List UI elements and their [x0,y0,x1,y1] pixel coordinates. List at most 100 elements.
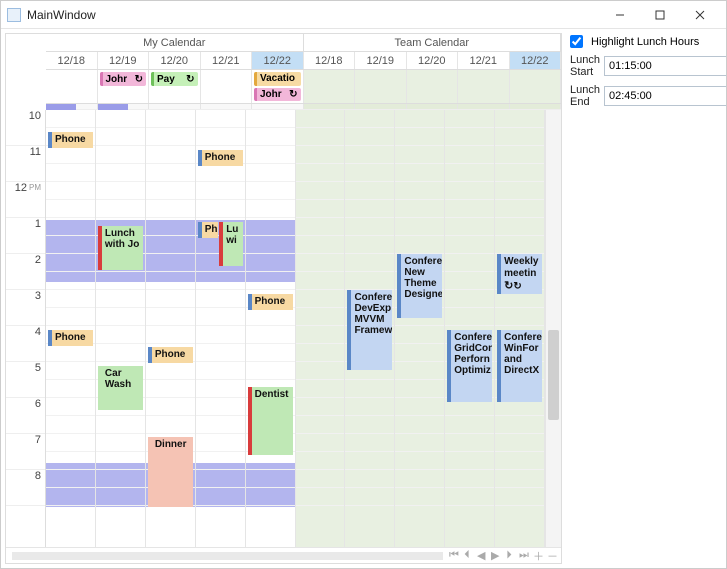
time-label: 7 [6,434,45,470]
day-column[interactable]: Confere New Theme Designe [395,110,445,547]
lunch-start-row: Lunch Start [570,54,720,78]
day-column[interactable]: Confere DevExp MVVM Framew [345,110,395,547]
lunch-end-input[interactable] [604,86,726,106]
time-label: 12PM [6,182,45,218]
day-header[interactable]: 12/21 [201,52,253,69]
window-title: MainWindow [27,8,600,22]
all-day-cell[interactable] [46,70,98,103]
options-panel: Highlight Lunch Hours Lunch Start Lunch … [564,29,726,568]
appointment[interactable]: Confere New Theme Designe [397,254,442,318]
appointment[interactable]: Confere WinFor and DirectX [497,330,542,402]
day-header[interactable]: 12/19 [355,52,407,69]
day-column[interactable] [296,110,346,547]
appointment[interactable]: Dinner [148,437,193,507]
lunch-end-label: Lunch End [570,84,600,108]
horizontal-scroll-thumb[interactable] [12,552,443,560]
time-label: 1 [6,218,45,254]
appointment[interactable]: Phone [148,347,193,363]
appointment[interactable]: Phone [198,150,243,166]
calendar-group-my[interactable]: My Calendar [46,34,304,51]
day-column[interactable]: Phone Dentist [246,110,296,547]
lunch-start-input[interactable] [604,56,726,76]
day-column[interactable]: Phone Phone [46,110,96,547]
time-label: 3 [6,290,45,326]
appointment[interactable]: Phone [48,330,93,346]
day-header[interactable]: 12/18 [46,52,98,69]
appointment[interactable]: Ph [198,222,218,238]
all-day-cell[interactable] [355,70,407,103]
time-label: 8 [6,470,45,506]
nav-first-icon[interactable]: ⏮ [449,549,457,562]
app-icon [7,8,21,22]
all-day-cell[interactable]: Vacatio Johr [252,70,304,103]
all-day-appointment[interactable]: Johr [100,72,147,86]
all-day-cell[interactable] [510,70,562,103]
horizontal-scrollbar[interactable] [12,552,443,560]
calendar-group-team[interactable]: Team Calendar [304,34,562,51]
appointment[interactable]: Phone [48,132,93,148]
all-day-appointment[interactable]: Johr [254,88,301,102]
day-header[interactable]: 12/19 [98,52,150,69]
day-header[interactable]: 12/21 [458,52,510,69]
highlight-label[interactable]: Highlight Lunch Hours [591,36,699,48]
time-ruler: 101112PM12345678 [6,110,46,547]
nav-prev-icon[interactable]: ◀ [477,549,485,562]
all-day-appointment[interactable]: Pay [151,72,198,86]
nav-last-icon[interactable]: ⏭ [519,549,527,562]
highlight-row: Highlight Lunch Hours [570,35,720,48]
time-label: 10 [6,110,45,146]
day-header-row: 12/1812/1912/2012/2112/2212/1812/1912/20… [46,52,561,70]
all-day-appointment[interactable]: Vacatio [254,72,301,86]
all-day-cell[interactable] [304,70,356,103]
group-header-row: My Calendar Team Calendar [46,34,561,52]
all-day-cell[interactable] [201,70,253,103]
scheduler: My Calendar Team Calendar 12/1812/1912/2… [5,33,562,564]
zoom-in-icon[interactable]: ＋ [533,548,541,564]
appointment[interactable]: Dentist [248,387,293,455]
day-column[interactable]: Weekly meetin ↻ Confere WinFor and Direct… [495,110,545,547]
minimize-button[interactable] [600,4,640,26]
all-day-cell[interactable]: Johr [98,70,150,103]
all-day-row: Johr Pay Vacatio Johr [46,70,561,104]
title-bar[interactable]: MainWindow [1,1,726,29]
time-label: 2 [6,254,45,290]
day-column[interactable]: Lunch with Jo Car Wash [96,110,146,547]
all-day-cell[interactable]: Pay [149,70,201,103]
appointment[interactable]: Confere DevExp MVVM Framew [347,290,392,370]
time-label: 6 [6,398,45,434]
bottom-bar: ⏮ ⏴ ◀ ▶ ⏵ ⏭ ＋ － [6,547,561,563]
zoom-out-icon[interactable]: － [547,548,555,564]
all-day-cell[interactable] [458,70,510,103]
time-grid: 101112PM12345678 PhonePhoneLunch with Jo… [6,110,561,547]
day-columns[interactable]: Phone Phone Lunch with Jo Car Wash Phone Dinn… [46,110,545,547]
day-header[interactable]: 12/20 [407,52,459,69]
lunch-end-row: Lunch End [570,84,720,108]
content-area: My Calendar Team Calendar 12/1812/1912/2… [1,29,726,568]
day-header[interactable]: 12/22 [252,52,304,69]
day-column[interactable]: Phone Dinner [146,110,196,547]
day-column[interactable]: Phone PhLu wi [196,110,246,547]
day-header[interactable]: 12/18 [304,52,356,69]
appointment[interactable]: Confere GridCon Perforn Optimiz [447,330,492,402]
vertical-scroll-thumb[interactable] [548,330,559,420]
appointment[interactable]: Lu wi [219,222,242,266]
all-day-cell[interactable] [407,70,459,103]
maximize-button[interactable] [640,4,680,26]
nav-next-icon[interactable]: ▶ [491,549,499,562]
nav-next-page-icon[interactable]: ⏵ [505,549,513,562]
highlight-checkbox[interactable] [570,35,583,48]
appointment[interactable]: Car Wash [98,366,143,410]
appointment[interactable]: Lunch with Jo [98,226,143,270]
day-header[interactable]: 12/22 [510,52,562,69]
lunch-start-label: Lunch Start [570,54,600,78]
appointment[interactable]: Phone [248,294,293,310]
day-header[interactable]: 12/20 [149,52,201,69]
time-label: 5 [6,362,45,398]
vertical-scrollbar[interactable] [545,110,561,547]
day-column[interactable]: Confere GridCon Perforn Optimiz [445,110,495,547]
appointment[interactable]: Weekly meetin ↻ [497,254,542,294]
main-window: MainWindow My Calendar Team Calendar 12/… [0,0,727,569]
close-button[interactable] [680,4,720,26]
nav-prev-page-icon[interactable]: ⏴ [463,549,471,562]
recurrence-icon: ↻ [504,280,513,292]
